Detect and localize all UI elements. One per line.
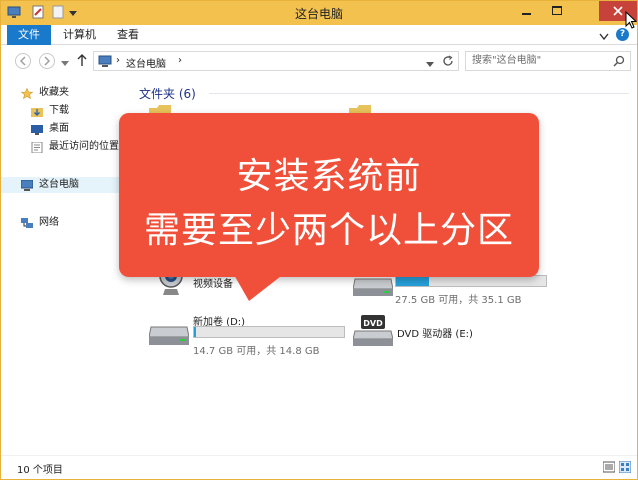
hard-drive-icon: [148, 323, 190, 350]
device-name: DVD 驱动器 (E:): [397, 329, 473, 340]
recent-places-icon: [31, 141, 43, 153]
callout-line-2: 需要至少两个以上分区: [143, 210, 514, 251]
callout-line-1: 安装系统前: [236, 156, 422, 197]
tab-computer[interactable]: 计算机: [63, 25, 96, 45]
sidebar-item-network[interactable]: 网络: [21, 215, 59, 231]
device-name: 视频设备: [193, 279, 233, 290]
ribbon-tabs: 文件 计算机 查看 ?: [1, 25, 637, 45]
folders-group-header[interactable]: 文件夹 (6): [139, 85, 196, 102]
computer-icon: [20, 179, 34, 191]
maximize-button[interactable]: [543, 1, 571, 21]
sidebar-item-label: 收藏夹: [39, 87, 69, 98]
sidebar-item-downloads[interactable]: 下载: [31, 103, 69, 119]
search-icon[interactable]: [613, 55, 625, 74]
breadcrumb-separator-icon[interactable]: ›: [178, 55, 182, 66]
storage-info: 27.5 GB 可用，共 35.1 GB: [395, 295, 522, 306]
storage-bar-fill: [194, 327, 196, 337]
desktop-icon: [31, 124, 43, 135]
search-input[interactable]: 搜索"这台电脑": [465, 51, 631, 71]
star-icon: [20, 87, 34, 99]
refresh-icon[interactable]: [442, 55, 454, 70]
sidebar-item-label: 最近访问的位置: [49, 141, 119, 152]
breadcrumb-separator-icon[interactable]: ›: [116, 55, 120, 66]
address-dropdown-icon[interactable]: [426, 58, 434, 71]
sidebar-item-label: 桌面: [49, 123, 69, 134]
minimize-button[interactable]: [513, 1, 541, 21]
sidebar-item-label: 这台电脑: [39, 179, 79, 190]
tab-file[interactable]: 文件: [7, 25, 51, 45]
callout-tail: [233, 273, 285, 301]
navigation-pane: 收藏夹 下载 桌面 最近访问的位置 这台电脑 网络: [1, 77, 121, 455]
search-placeholder: 搜索"这台电脑": [472, 55, 542, 66]
network-icon: [21, 217, 33, 229]
dvd-drive-icon: DVD: [352, 315, 394, 350]
computer-icon: [98, 55, 112, 70]
tab-view[interactable]: 查看: [117, 25, 139, 45]
storage-bar: [193, 326, 345, 338]
navigation-bar: › 这台电脑 › 搜索"这台电脑": [1, 47, 637, 75]
mouse-cursor-icon: [625, 10, 637, 32]
svg-text:DVD: DVD: [363, 319, 383, 328]
up-arrow-icon[interactable]: [77, 54, 87, 70]
item-count: 10 个项目: [17, 465, 63, 476]
file-explorer-window: 这台电脑 文件 计算机 查看 ? › 这台电脑 › 搜索"这台电脑" 收藏夹 下…: [0, 0, 638, 480]
sidebar-item-label: 网络: [39, 217, 59, 228]
expand-ribbon-icon[interactable]: [599, 31, 609, 44]
title-bar: 这台电脑: [1, 1, 637, 25]
download-folder-icon: [31, 106, 43, 117]
storage-info: 14.7 GB 可用，共 14.8 GB: [193, 346, 320, 357]
large-icons-view-icon[interactable]: [618, 460, 632, 476]
storage-bar-fill: [396, 276, 429, 286]
breadcrumb-this-pc[interactable]: 这台电脑: [126, 55, 166, 70]
sidebar-item-favorites[interactable]: 收藏夹: [20, 85, 69, 101]
forward-button[interactable]: [39, 53, 55, 69]
sidebar-item-this-pc[interactable]: 这台电脑: [1, 177, 121, 193]
sidebar-item-label: 下载: [49, 105, 69, 116]
sidebar-item-recent-places[interactable]: 最近访问的位置: [31, 139, 119, 155]
callout-overlay: 安装系统前 需要至少两个以上分区: [119, 113, 539, 277]
recent-locations-icon[interactable]: [61, 57, 69, 70]
group-divider: [209, 93, 629, 94]
window-title: 这台电脑: [294, 7, 343, 21]
address-bar[interactable]: › 这台电脑 ›: [93, 51, 459, 71]
status-bar: 10 个项目: [1, 455, 637, 479]
details-view-icon[interactable]: [602, 461, 616, 476]
sidebar-item-desktop[interactable]: 桌面: [31, 121, 69, 137]
back-button[interactable]: [15, 53, 31, 69]
